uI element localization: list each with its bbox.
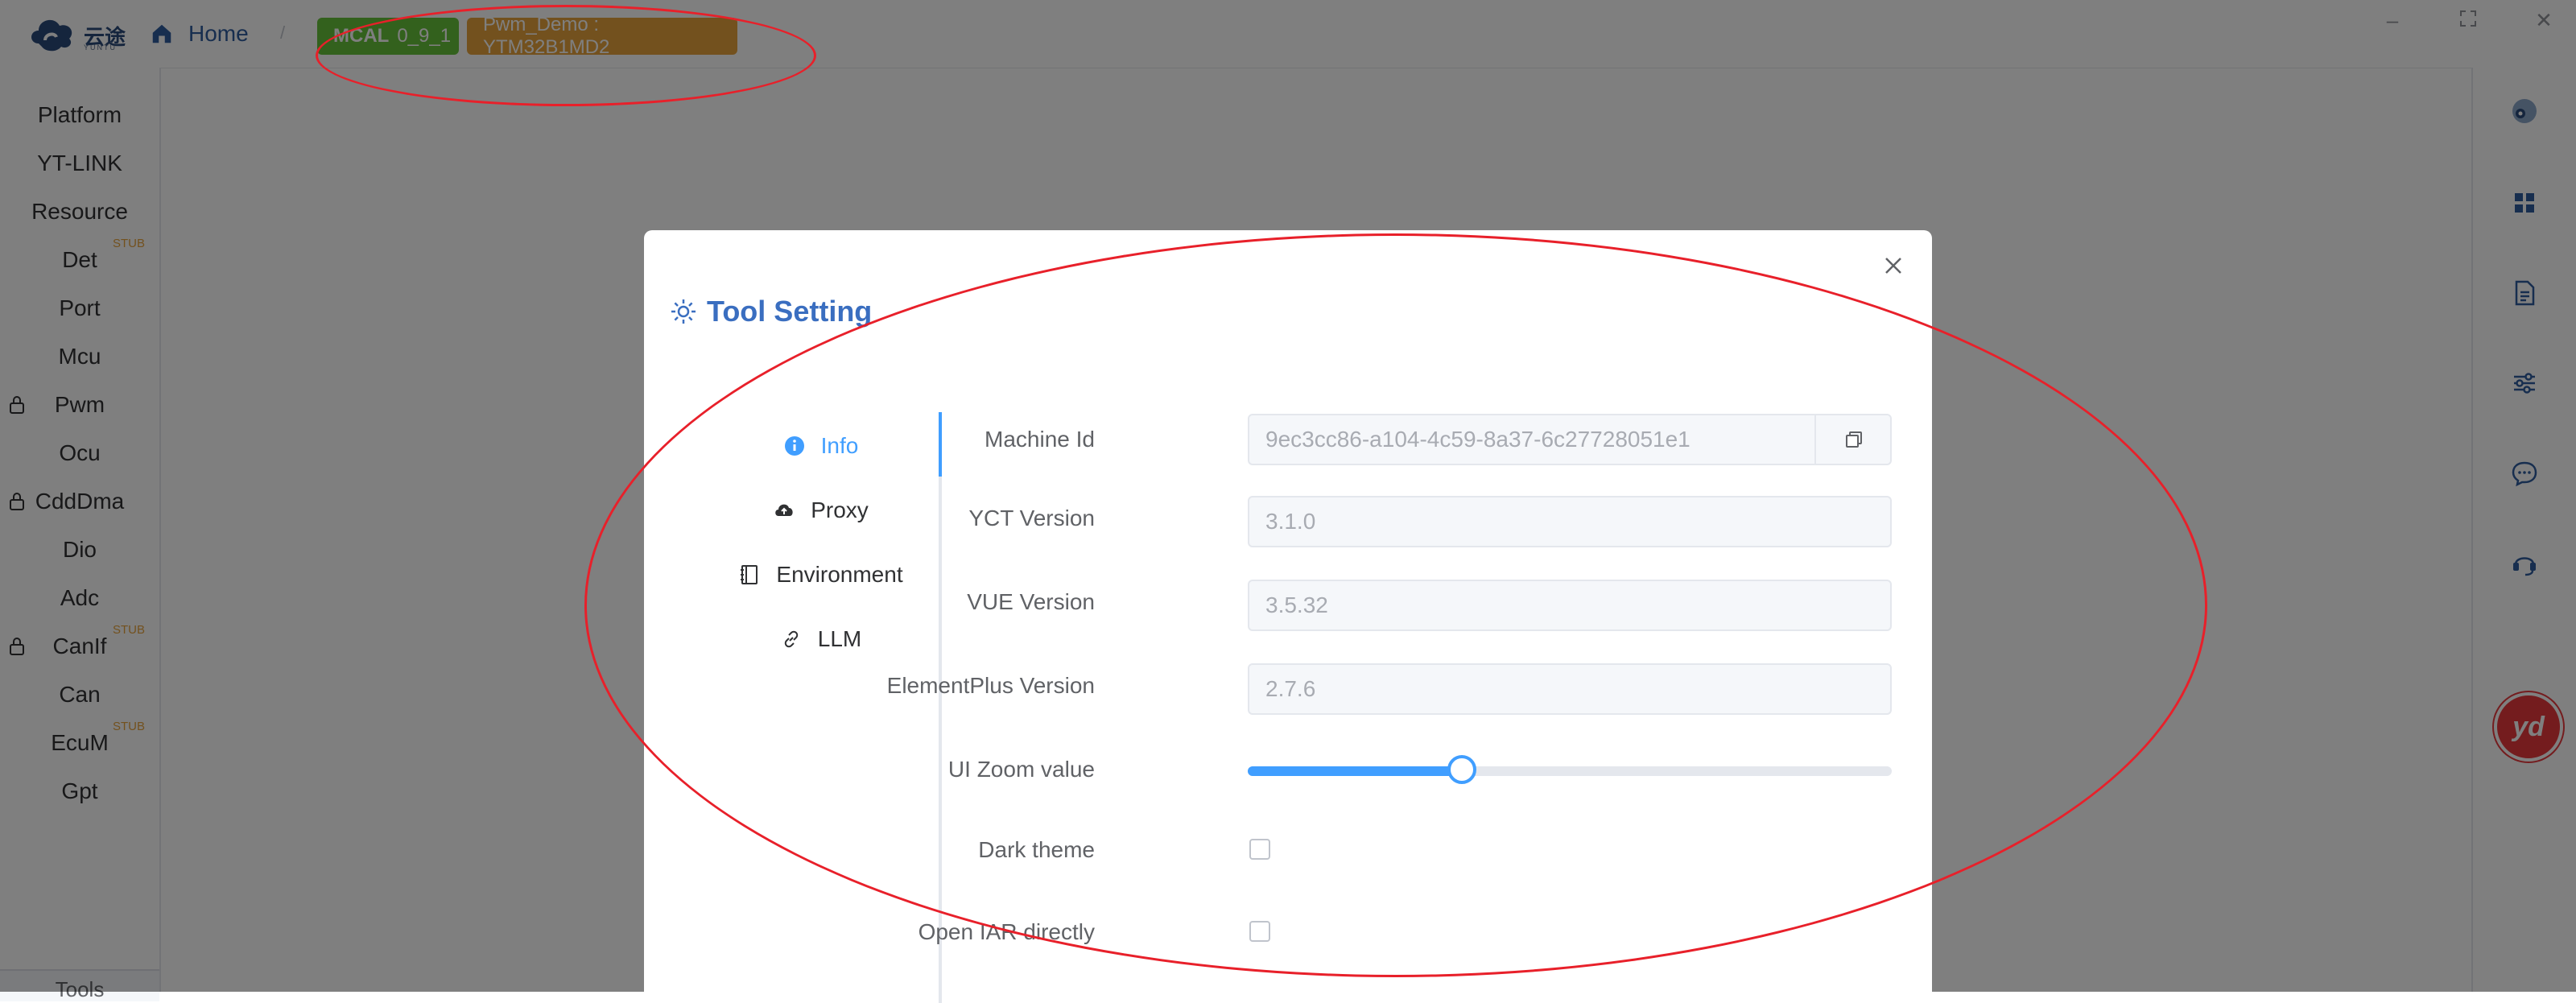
yct-version-label: YCT Version xyxy=(968,506,1095,530)
ui-zoom-slider-handle[interactable] xyxy=(1447,755,1477,784)
open-iar-label: Open IAR directly xyxy=(918,919,1095,944)
menu-item-label: LLM xyxy=(817,626,862,651)
close-icon xyxy=(1885,258,1901,274)
yct-version-field: 3.1.0 xyxy=(1248,496,1892,547)
elementplus-version-value: 2.7.6 xyxy=(1265,676,1316,701)
menu-item-proxy[interactable]: Proxy xyxy=(708,478,934,543)
menu-item-llm[interactable]: LLM xyxy=(708,607,934,671)
tool-setting-dialog: Tool Setting Info Proxy Environment LLM … xyxy=(644,230,1932,1003)
link-icon xyxy=(784,630,798,648)
info-icon xyxy=(784,436,804,456)
copy-icon xyxy=(1846,431,1862,448)
machine-id-value: 9ec3cc86-a104-4c59-8a37-6c27728051e1 xyxy=(1265,427,1690,452)
dialog-title-text: Tool Setting xyxy=(707,295,873,328)
ui-zoom-slider[interactable] xyxy=(1248,755,1892,784)
dark-theme-checkbox[interactable] xyxy=(1249,839,1270,860)
copy-machine-id-button[interactable] xyxy=(1814,414,1892,465)
menu-divider xyxy=(939,412,942,1003)
elementplus-version-label: ElementPlus Version xyxy=(886,673,1095,698)
menu-item-info[interactable]: Info xyxy=(708,414,934,478)
machine-id-label: Machine Id xyxy=(985,427,1095,452)
menu-item-environment[interactable]: Environment xyxy=(708,543,934,607)
dialog-title: Tool Setting xyxy=(670,295,872,328)
menu-active-indicator xyxy=(939,412,942,477)
open-iar-checkbox[interactable] xyxy=(1249,921,1270,942)
cloud-upload-icon xyxy=(775,504,793,516)
machine-id-field: 9ec3cc86-a104-4c59-8a37-6c27728051e1 xyxy=(1248,414,1892,465)
dialog-close-button[interactable] xyxy=(1877,250,1909,282)
gear-icon xyxy=(671,299,696,324)
elementplus-version-field: 2.7.6 xyxy=(1248,663,1892,715)
menu-item-label: Info xyxy=(820,433,859,458)
vue-version-label: VUE Version xyxy=(967,589,1095,614)
yct-version-value: 3.1.0 xyxy=(1265,509,1316,534)
dark-theme-label: Dark theme xyxy=(978,837,1095,862)
notebook-icon xyxy=(741,565,758,584)
vue-version-field: 3.5.32 xyxy=(1248,580,1892,631)
vue-version-value: 3.5.32 xyxy=(1265,592,1328,617)
menu-item-label: Proxy xyxy=(811,497,869,522)
ui-zoom-slider-fill xyxy=(1248,766,1463,776)
ui-zoom-label: UI Zoom value xyxy=(947,757,1095,782)
menu-item-label: Environment xyxy=(776,562,903,587)
